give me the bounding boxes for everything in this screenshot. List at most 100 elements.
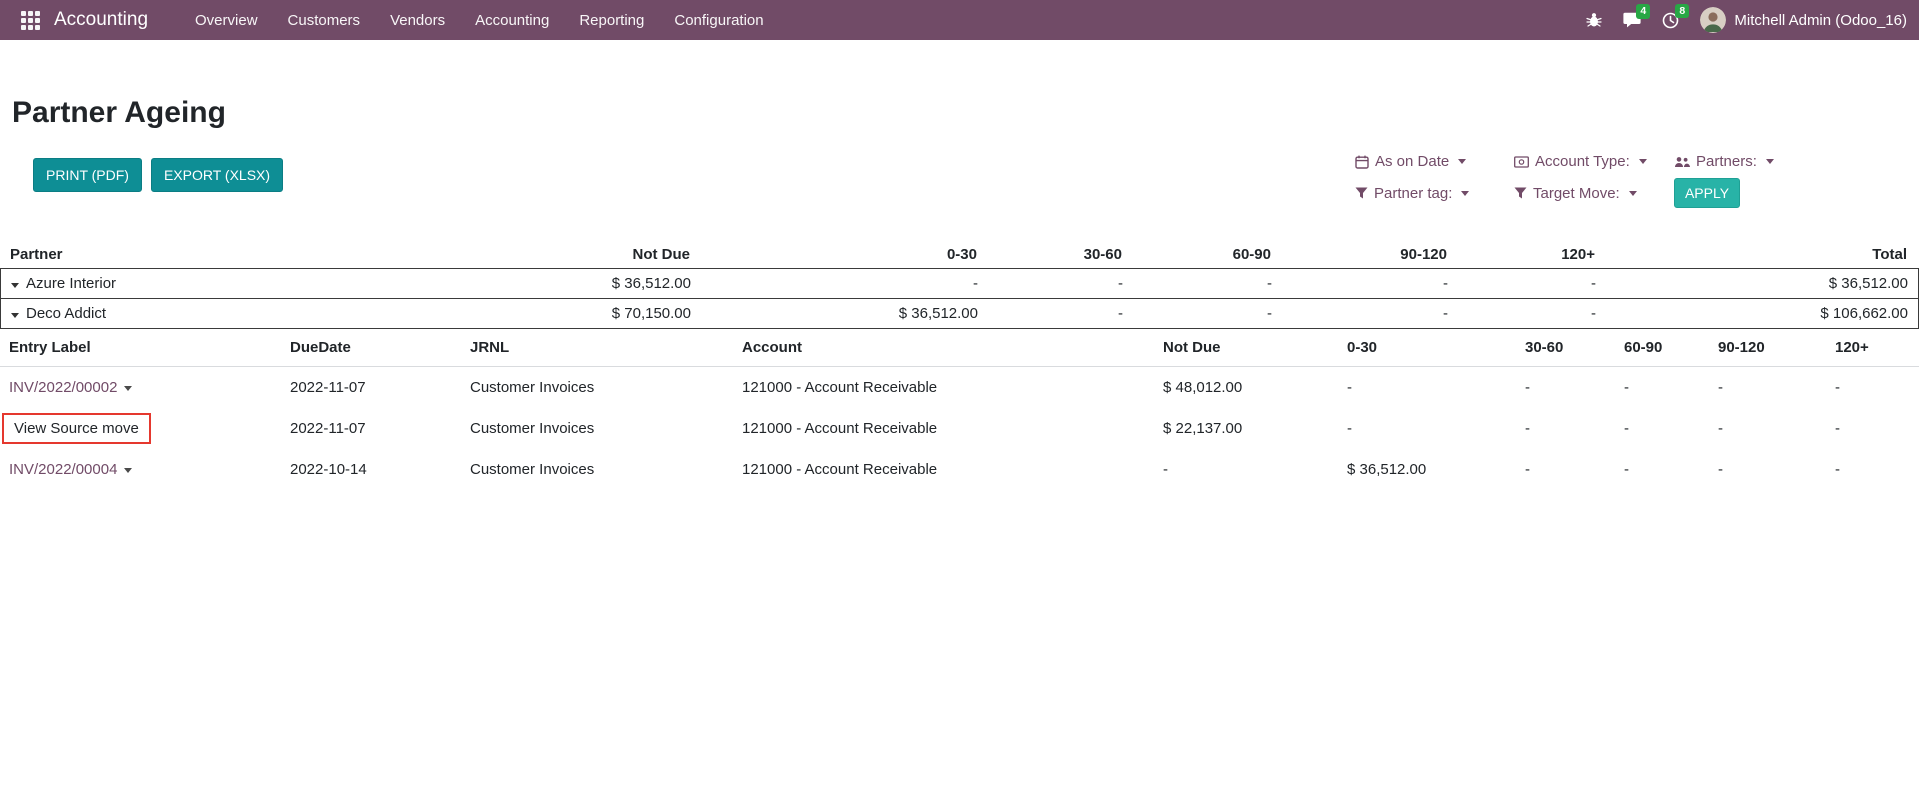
debug-bug-icon[interactable] <box>1586 12 1602 28</box>
col-account: Account <box>742 339 1163 356</box>
filter-label: Target Move: <box>1533 185 1620 202</box>
detail-table-header: Entry Label DueDate JRNL Account Not Due… <box>0 329 1919 367</box>
chevron-down-icon <box>1639 159 1647 164</box>
cell-120-plus: - <box>1835 379 1919 396</box>
cell-60-90: - <box>1624 420 1718 437</box>
cell-not-due: $ 36,512.00 <box>461 275 691 292</box>
filter-as-on-date[interactable]: As on Date <box>1355 153 1514 170</box>
cell-0-30: $ 36,512.00 <box>691 305 978 322</box>
partner-ageing-page: Partner Ageing PRINT (PDF) EXPORT (XLSX)… <box>0 40 1919 808</box>
cell-60-90: - <box>1624 379 1718 396</box>
menu-vendors[interactable]: Vendors <box>375 0 460 40</box>
partner-cell: Deco Addict <box>1 305 461 322</box>
chevron-down-icon <box>1766 159 1774 164</box>
cell-120-plus: - <box>1835 420 1919 437</box>
avatar <box>1700 7 1726 33</box>
filter-funnel-icon <box>1514 187 1527 199</box>
topbar: Accounting Overview Customers Vendors Ac… <box>0 0 1919 40</box>
col-not-due: Not Due <box>1163 339 1347 356</box>
partner-name: Deco Addict <box>26 305 106 322</box>
col-partner: Partner <box>0 246 460 263</box>
account-cell: 121000 - Account Receivable <box>742 420 1163 437</box>
export-xlsx-button[interactable]: EXPORT (XLSX) <box>151 158 283 192</box>
avatar-image <box>1700 7 1726 33</box>
entry-label-cell: INV/2022/00002 <box>9 379 290 396</box>
col-60-90: 60-90 <box>1122 246 1271 263</box>
activities-badge: 8 <box>1675 4 1689 19</box>
summary-row-deco-addict[interactable]: Deco Addict $ 70,150.00 $ 36,512.00 - - … <box>1 299 1918 329</box>
apply-button[interactable]: APPLY <box>1674 178 1740 208</box>
filter-partner-tag[interactable]: Partner tag: <box>1355 185 1514 202</box>
filter-label: Partners: <box>1696 153 1757 170</box>
page-title: Partner Ageing <box>12 96 226 130</box>
cell-90-120: - <box>1718 379 1835 396</box>
cell-90-120: - <box>1718 461 1835 478</box>
cell-30-60: - <box>1525 461 1624 478</box>
cell-60-90: - <box>1624 461 1718 478</box>
grid-icon <box>21 11 40 30</box>
jrnl-cell: Customer Invoices <box>470 379 742 396</box>
report-actions: PRINT (PDF) EXPORT (XLSX) <box>33 158 283 192</box>
cell-60-90: - <box>1123 275 1272 292</box>
filter-label: Partner tag: <box>1374 185 1452 202</box>
partner-cell: Azure Interior <box>1 275 461 292</box>
menu-customers[interactable]: Customers <box>273 0 376 40</box>
expand-caret-icon[interactable] <box>11 283 19 288</box>
cell-120-plus: - <box>1448 275 1596 292</box>
col-due-date: DueDate <box>290 339 470 356</box>
cell-not-due: $ 22,137.00 <box>1163 420 1347 437</box>
print-pdf-button[interactable]: PRINT (PDF) <box>33 158 142 192</box>
menu-configuration[interactable]: Configuration <box>659 0 778 40</box>
col-jrnl: JRNL <box>470 339 742 356</box>
apps-menu-icon[interactable] <box>16 6 44 34</box>
filter-label: Account Type: <box>1535 153 1630 170</box>
col-120-plus: 120+ <box>1835 339 1919 356</box>
report-filters: As on Date Account Type: Partners: <box>1355 153 1774 208</box>
cell-60-90: - <box>1123 305 1272 322</box>
dropdown-caret-icon[interactable] <box>124 468 132 473</box>
cell-30-60: - <box>978 305 1123 322</box>
entry-move-link[interactable]: INV/2022/00004 <box>9 461 117 478</box>
filter-target-move[interactable]: Target Move: <box>1514 185 1674 202</box>
cell-120-plus: - <box>1835 461 1919 478</box>
col-90-120: 90-120 <box>1718 339 1835 356</box>
partner-name: Azure Interior <box>26 275 116 292</box>
main-menu: Overview Customers Vendors Accounting Re… <box>180 0 779 40</box>
account-cell: 121000 - Account Receivable <box>742 461 1163 478</box>
col-not-due: Not Due <box>460 246 690 263</box>
detail-row: View Source move 2022-11-07 Customer Inv… <box>0 408 1919 449</box>
user-menu[interactable]: Mitchell Admin (Odoo_16) <box>1700 7 1907 33</box>
jrnl-cell: Customer Invoices <box>470 461 742 478</box>
col-30-60: 30-60 <box>1525 339 1624 356</box>
users-icon <box>1674 156 1690 168</box>
menu-overview[interactable]: Overview <box>180 0 273 40</box>
filter-partners[interactable]: Partners: <box>1674 153 1774 170</box>
app-name[interactable]: Accounting <box>54 9 148 31</box>
due-date-cell: 2022-10-14 <box>290 461 470 478</box>
filter-account-type[interactable]: Account Type: <box>1514 153 1674 170</box>
col-30-60: 30-60 <box>977 246 1122 263</box>
entry-label-cell: View Source move <box>9 413 290 444</box>
menu-accounting[interactable]: Accounting <box>460 0 564 40</box>
cell-30-60: - <box>1525 379 1624 396</box>
cell-120-plus: - <box>1448 305 1596 322</box>
view-source-move-menu-item[interactable]: View Source move <box>4 415 149 442</box>
cell-90-120: - <box>1718 420 1835 437</box>
cell-not-due: $ 70,150.00 <box>461 305 691 322</box>
summary-row-azure-interior[interactable]: Azure Interior $ 36,512.00 - - - - - $ 3… <box>1 269 1918 299</box>
activities-button[interactable]: 8 <box>1662 12 1679 29</box>
detail-row: INV/2022/00002 2022-11-07 Customer Invoi… <box>0 367 1919 408</box>
filter-label: As on Date <box>1375 153 1449 170</box>
col-120-plus: 120+ <box>1447 246 1595 263</box>
col-60-90: 60-90 <box>1624 339 1718 356</box>
col-0-30: 0-30 <box>690 246 977 263</box>
cell-30-60: - <box>1525 420 1624 437</box>
cell-0-30: $ 36,512.00 <box>1347 461 1525 478</box>
expand-caret-icon[interactable] <box>11 313 19 318</box>
ageing-report-tables: Partner Not Due 0-30 30-60 60-90 90-120 … <box>0 240 1919 490</box>
menu-reporting[interactable]: Reporting <box>564 0 659 40</box>
cell-90-120: - <box>1272 275 1448 292</box>
entry-move-link[interactable]: INV/2022/00002 <box>9 379 117 396</box>
dropdown-caret-icon[interactable] <box>124 386 132 391</box>
messages-button[interactable]: 4 <box>1623 12 1641 28</box>
